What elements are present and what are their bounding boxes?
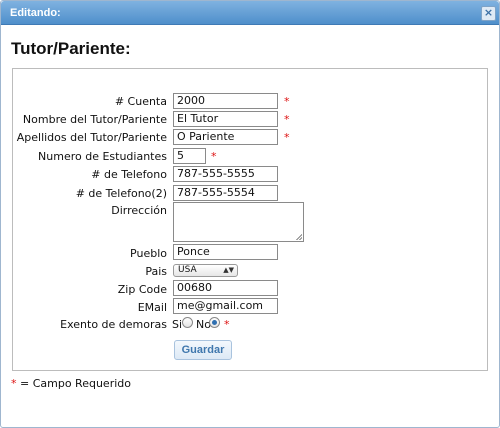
exento-label: Exento de demoras (60, 318, 167, 331)
telefono2-input[interactable]: 787-555-5554 (173, 185, 278, 201)
direccion-label: Dirrección (111, 204, 167, 217)
cuenta-input[interactable]: 2000 (173, 93, 278, 109)
pais-label: Pais (145, 265, 167, 278)
estudiantes-input[interactable]: 5 (173, 148, 206, 164)
telefono2-label: # de Telefono(2) (75, 187, 167, 200)
apellidos-label: Apellidos del Tutor/Pariente (16, 131, 167, 144)
pueblo-input[interactable]: Ponce (173, 244, 278, 260)
select-arrows-icon: ▲▼ (223, 266, 234, 274)
zip-label: Zip Code (117, 283, 167, 296)
cuenta-label: # Cuenta (114, 95, 167, 108)
email-label: EMail (137, 301, 167, 314)
page-title: Tutor/Pariente: (11, 39, 131, 58)
telefono-input[interactable]: 787-555-5555 (173, 166, 278, 182)
pais-selected-value: USA (178, 265, 197, 275)
nombre-label: Nombre del Tutor/Pariente (22, 113, 167, 126)
edit-dialog: Editando: × Tutor/Pariente: # Cuenta 200… (0, 0, 500, 428)
required-marker: * (284, 131, 290, 144)
direccion-textarea[interactable] (173, 202, 304, 242)
apellidos-input[interactable]: O Pariente (173, 129, 278, 145)
exento-si-radio[interactable] (182, 317, 193, 328)
estudiantes-label: Numero de Estudiantes (38, 150, 167, 163)
required-marker: * (284, 95, 290, 108)
footnote-text: = Campo Requerido (16, 377, 131, 390)
required-marker: * (211, 150, 217, 163)
email-input[interactable]: me@gmail.com (173, 298, 278, 314)
required-marker: * (224, 318, 230, 331)
pais-select[interactable]: USA ▲▼ (173, 264, 238, 277)
dialog-titlebar[interactable]: Editando: × (1, 1, 499, 25)
zip-input[interactable]: 00680 (173, 280, 278, 296)
required-marker: * (284, 113, 290, 126)
pueblo-label: Pueblo (130, 247, 167, 260)
exento-no-radio[interactable] (209, 317, 220, 328)
telefono-label: # de Telefono (91, 168, 167, 181)
required-footnote: * = Campo Requerido (11, 377, 131, 390)
resize-grip-icon[interactable] (296, 234, 302, 240)
dialog-title: Editando: (10, 7, 61, 19)
exento-si-label: Si (172, 318, 183, 331)
nombre-input[interactable]: El Tutor (173, 111, 278, 127)
save-button[interactable]: Guardar (174, 340, 232, 360)
close-icon[interactable]: × (481, 6, 496, 21)
